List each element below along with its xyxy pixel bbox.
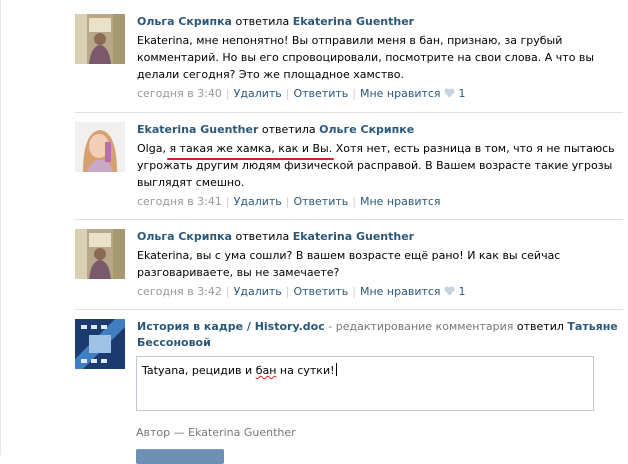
comment-verb: ответила xyxy=(235,15,290,28)
avatar[interactable] xyxy=(75,122,125,172)
comment-actions: сегодня в 3:41 | Удалить | Ответить | Мне нрав… xyxy=(137,194,623,209)
comment-text: Ekaterina, вы с ума сошли? В вашем возра… xyxy=(137,249,561,279)
comment-textarea-value: Tatyana, рецидив и бан на сутки! xyxy=(142,363,337,378)
save-button[interactable] xyxy=(136,449,224,464)
divider: | xyxy=(352,195,356,208)
edit-author-link[interactable]: История в кадре / History.doc xyxy=(137,320,325,333)
comment-recipient-link[interactable]: Ekaterina Guenther xyxy=(293,15,414,28)
reply-link[interactable]: Ответить xyxy=(293,195,348,208)
comment-time: сегодня в 3:41 xyxy=(137,195,222,208)
divider: | xyxy=(285,195,290,208)
delete-link[interactable]: Удалить xyxy=(234,87,282,100)
separator xyxy=(75,219,623,220)
comment-time: сегодня в 3:42 xyxy=(137,285,222,298)
avatar[interactable] xyxy=(75,319,125,369)
divider: | xyxy=(225,87,230,100)
textarea-text-after: на сутки! xyxy=(279,364,335,377)
divider: | xyxy=(352,285,356,298)
separator xyxy=(75,309,623,310)
comment-actions: сегодня в 3:40 | Удалить | Ответить | Мне нрав… xyxy=(137,86,623,101)
comment-verb: ответила xyxy=(235,230,290,243)
divider: | xyxy=(225,195,230,208)
comment-body: Ekaterina Guenther ответила Ольге Скрипк… xyxy=(137,122,623,209)
divider: | xyxy=(285,87,290,100)
comment-time: сегодня в 3:40 xyxy=(137,87,222,100)
avatar[interactable] xyxy=(75,229,125,279)
comment-actions: сегодня в 3:42 | Удалить | Ответить | Мне нрав… xyxy=(137,284,623,299)
reply-link[interactable]: Ответить xyxy=(293,87,348,100)
comment-recipient-link[interactable]: Ольге Скрипке xyxy=(319,123,414,136)
comment-text-start: Olga, xyxy=(137,142,166,155)
delete-link[interactable]: Удалить xyxy=(234,285,282,298)
divider: | xyxy=(285,285,290,298)
avatar[interactable] xyxy=(75,14,125,64)
comment-recipient-link[interactable]: Ekaterina Guenther xyxy=(293,230,414,243)
like-link[interactable]: Мне нравится xyxy=(360,285,441,298)
heart-icon[interactable] xyxy=(444,88,455,98)
comment-author-link[interactable]: Ольга Скрипка xyxy=(137,230,232,243)
like-link[interactable]: Мне нравится xyxy=(360,87,441,100)
left-border xyxy=(0,0,1,455)
comment-text: Ekaterina, мне непонятно! Вы отправили м… xyxy=(137,34,595,81)
heart-icon[interactable] xyxy=(444,286,455,296)
comment-verb: ответила xyxy=(261,123,316,136)
like-count[interactable]: 1 xyxy=(459,87,466,100)
comment-body: Ольга Скрипка ответила Ekaterina Guenthe… xyxy=(137,14,623,101)
divider: | xyxy=(352,87,356,100)
author-byline: Автор — Ekaterina Guenther xyxy=(136,426,296,439)
edit-mode-text: - редактирование комментария xyxy=(328,320,514,333)
comment-body: Ольга Скрипка ответила Ekaterina Guenthe… xyxy=(137,229,623,299)
delete-link[interactable]: Удалить xyxy=(234,195,282,208)
reply-link[interactable]: Ответить xyxy=(293,285,348,298)
comment-author-link[interactable]: Ekaterina Guenther xyxy=(137,123,258,136)
like-link[interactable]: Мне нравится xyxy=(360,195,441,208)
edit-verb: ответил xyxy=(516,320,564,333)
comment-text: Olga, я такая же хамка, как и Вы. Хотя н… xyxy=(137,140,623,191)
like-count[interactable]: 1 xyxy=(459,285,466,298)
highlighted-phrase: я такая же хамка, как и Вы. xyxy=(167,142,334,160)
textarea-text-before: Tatyana, рецидив и xyxy=(142,364,253,377)
comment-author-link[interactable]: Ольга Скрипка xyxy=(137,15,232,28)
text-caret xyxy=(335,363,337,376)
comment-textarea[interactable]: Tatyana, рецидив и бан на сутки! xyxy=(136,356,594,411)
edit-comment-header: История в кадре / History.doc - редактир… xyxy=(137,319,623,354)
divider: | xyxy=(225,285,230,298)
misspelled-word: бан xyxy=(255,364,277,377)
separator xyxy=(75,112,623,113)
